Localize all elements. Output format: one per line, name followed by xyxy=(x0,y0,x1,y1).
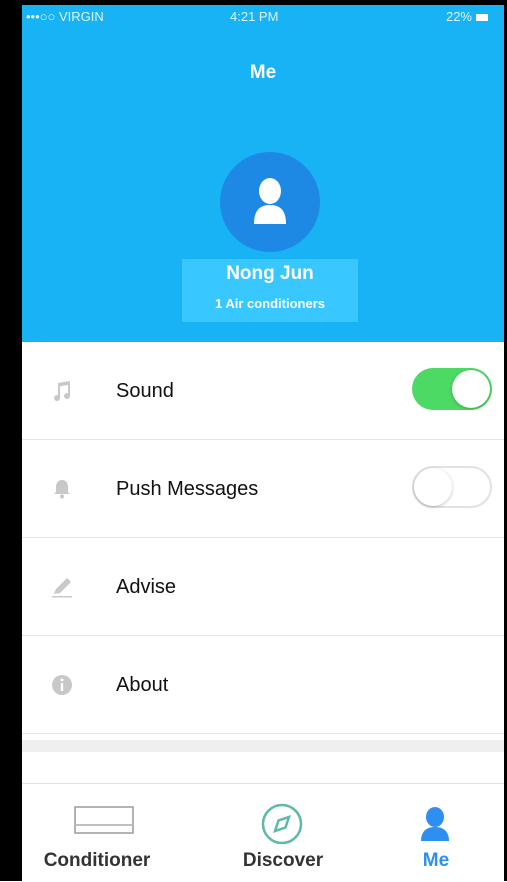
list-item-advise[interactable]: Advise xyxy=(22,538,504,636)
info-icon xyxy=(52,675,72,695)
sound-label: Sound xyxy=(116,380,174,402)
tab-discover-label: Discover xyxy=(242,850,324,871)
sound-toggle[interactable] xyxy=(412,368,492,410)
tab-discover[interactable]: Discover xyxy=(208,784,358,882)
page-title: Me xyxy=(249,62,277,83)
profile-header: •••○○ VIRGIN 4:21 PM 22% Me Nong Jun 1 A… xyxy=(22,5,504,342)
person-icon xyxy=(421,807,449,841)
tab-me-label: Me xyxy=(422,850,450,871)
toggle-knob xyxy=(452,370,490,408)
user-info-box[interactable]: Nong Jun 1 Air conditioners xyxy=(182,259,358,322)
advise-label: Advise xyxy=(116,576,177,598)
status-bar: •••○○ VIRGIN 4:21 PM 22% xyxy=(22,5,504,29)
about-label: About xyxy=(116,674,169,696)
toggle-knob xyxy=(414,468,452,506)
device-count: 1 Air conditioners xyxy=(214,296,326,311)
music-note-icon xyxy=(54,381,71,402)
list-item-push-messages[interactable]: Push Messages xyxy=(22,440,504,538)
push-messages-label: Push Messages xyxy=(116,478,259,500)
settings-list: Sound Push Messages Advise About xyxy=(22,342,504,740)
pencil-icon xyxy=(52,578,72,598)
list-item-about[interactable]: About xyxy=(22,636,504,734)
list-item-sound[interactable]: Sound xyxy=(22,342,504,440)
tab-bar: Conditioner Discover Me xyxy=(22,783,504,882)
battery-indicator: 22% xyxy=(446,9,488,24)
carrier-label: •••○○ VIRGIN xyxy=(26,9,104,24)
battery-icon xyxy=(476,14,488,22)
bell-icon xyxy=(54,480,70,499)
status-time: 4:21 PM xyxy=(230,9,279,24)
section-divider xyxy=(22,740,504,752)
person-silhouette-icon xyxy=(254,178,286,224)
tab-me[interactable]: Me xyxy=(361,784,507,882)
air-conditioner-icon xyxy=(74,806,134,834)
compass-icon xyxy=(261,803,303,845)
app-screen: •••○○ VIRGIN 4:21 PM 22% Me Nong Jun 1 A… xyxy=(0,0,507,882)
user-name: Nong Jun xyxy=(226,263,314,284)
push-messages-toggle[interactable] xyxy=(412,466,492,508)
left-border xyxy=(0,0,22,881)
tab-conditioner[interactable]: Conditioner xyxy=(22,784,172,882)
battery-percent: 22% xyxy=(445,9,472,24)
tab-conditioner-label: Conditioner xyxy=(43,850,151,871)
user-avatar-icon[interactable] xyxy=(220,152,320,252)
